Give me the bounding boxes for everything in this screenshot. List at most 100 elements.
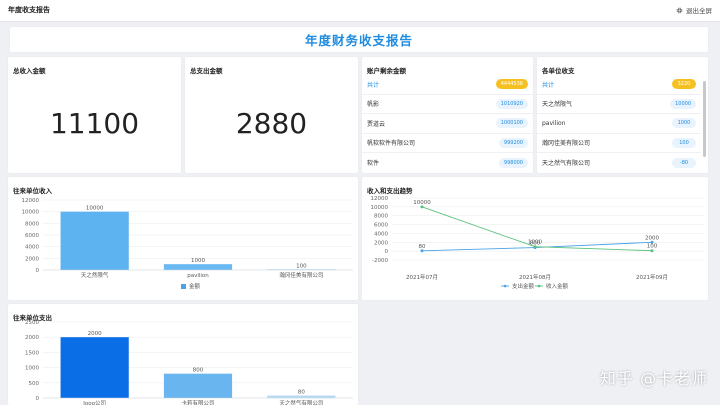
y-tick-label: 0	[36, 268, 40, 274]
page-title: 年度财务收支报告	[304, 33, 413, 48]
row-name: 瀚冈佳美有限公司	[542, 140, 591, 148]
y-tick-label: 4000	[374, 231, 388, 237]
exit-fullscreen-icon	[676, 7, 683, 13]
y-tick-label: 0	[36, 396, 40, 402]
value-badge: 3220	[672, 79, 696, 90]
data-label: 100	[647, 244, 658, 250]
legend-label: 收入金额	[546, 282, 569, 290]
trend-chart-card: 收入和支出趋势 12000 10000 8000 6000 4000 2000 0 -2000…	[362, 177, 708, 300]
y-tick-label: 1000	[25, 366, 39, 372]
y-tick-label: 2500	[25, 320, 39, 326]
balance-card: 账户剩余金额 共计 4444536 帆影 1010920 贾道云 1000100 帆软…	[362, 57, 533, 173]
table-row[interactable]: 共计 4444536	[362, 75, 533, 95]
income-bar-chart: 12000 10000 8000 6000 4000 2000 0 10000 天之然限气 100…	[22, 198, 353, 290]
kpi-income-label: 总收入金额	[13, 67, 46, 75]
table-row[interactable]: 帆软软件有限公司 999200	[362, 134, 533, 153]
expense-bar-chart: 2500 2000 1500 1000 500 0 2000 Jooo公司 800 卡莉有限公司 8…	[25, 320, 353, 405]
y-tick-label: 1500	[25, 350, 39, 356]
expense-chart-card: 往来单位支出 2500 2000 1500 1000 500 0 2000 Jooo公司 800…	[8, 304, 358, 405]
table-row[interactable]: 贾道云 1000100	[362, 114, 533, 134]
table-row[interactable]: 天之然限气 10000	[537, 95, 701, 114]
value-badge: 1000100	[495, 118, 528, 129]
exit-fullscreen-label: 退出全屏	[686, 7, 712, 15]
unit-income-card: 各单位收支 共计 3220 天之然限气 10000 pavilion 1000 瀚冈佳…	[537, 57, 708, 173]
value-badge: 1000	[672, 118, 696, 129]
unit-income-table: 共计 3220 天之然限气 10000 pavilion 1000 瀚冈佳美有限公司 1…	[537, 75, 701, 173]
bar	[60, 337, 129, 398]
y-tick-label: 500	[29, 381, 40, 387]
y-tick-label: 10000	[22, 210, 40, 216]
table-row[interactable]: 天之然气有限公司 -80	[537, 153, 701, 173]
legend-label: 金额	[189, 282, 201, 290]
scrollbar[interactable]	[703, 81, 706, 157]
report-title: 年度收支报告	[8, 6, 50, 14]
data-label: 2000	[88, 331, 102, 337]
y-tick-label: 2000	[25, 256, 39, 262]
y-tick-label: 8000	[25, 221, 39, 227]
y-tick-label: 8000	[374, 214, 388, 220]
bar	[267, 395, 336, 398]
y-tick-label: 10000	[371, 205, 389, 211]
kpi-expense-card: 总支出金额 2880	[185, 57, 358, 173]
value-badge: -80	[672, 157, 696, 168]
top-bar: 年度收支报告 退出全屏	[0, 0, 720, 22]
value-badge: 999200	[498, 137, 528, 148]
data-label: 100	[296, 263, 307, 269]
kpi-income-value: 11100	[49, 107, 140, 140]
page-title-card: 年度财务收支报告	[10, 27, 708, 52]
legend-marker	[537, 284, 541, 288]
legend-label: 支出金额	[512, 282, 535, 290]
row-name: 帆影	[367, 101, 380, 109]
data-label: 1000	[191, 258, 205, 264]
y-tick-label: 12000	[22, 198, 40, 204]
data-label: 80	[419, 244, 426, 250]
table-row[interactable]: 共计 3220	[537, 75, 701, 95]
kpi-expense-label: 总支出金额	[190, 67, 223, 75]
row-name: 天之然限气	[542, 101, 573, 109]
table-row[interactable]: 软件 998000	[362, 153, 533, 173]
exit-fullscreen-button[interactable]: 退出全屏	[676, 5, 712, 15]
data-label: 10000	[86, 206, 104, 212]
value-badge: 4444536	[495, 79, 528, 90]
y-tick-label: 2000	[25, 335, 39, 341]
x-tick-label: 2021年08月	[519, 273, 551, 281]
bar	[163, 373, 233, 398]
x-tick-label: 天之然气有限公司	[279, 399, 323, 405]
x-tick-label: 2021年07月	[406, 273, 438, 281]
row-name: 贾道云	[367, 120, 386, 128]
data-label: 80	[298, 390, 305, 396]
data-label: 2000	[645, 235, 659, 241]
row-name: 天之然气有限公司	[542, 160, 591, 168]
data-label: 800	[193, 368, 204, 374]
bar	[163, 264, 233, 270]
legend-marker	[503, 284, 507, 288]
table-row[interactable]: 帆影 1010920	[362, 95, 533, 114]
balance-label: 账户剩余金额	[367, 67, 406, 75]
y-tick-label: 2000	[374, 240, 388, 246]
row-name: pavilion	[542, 119, 566, 127]
value-badge: 100	[672, 137, 696, 148]
table-row[interactable]: pavilion 1000	[537, 114, 701, 134]
value-badge: 998000	[498, 157, 528, 168]
data-label: 1000	[528, 240, 542, 246]
income-chart-card: 往来单位收入 12000 10000 8000 6000 4000 2000 0 10000 天…	[8, 177, 358, 300]
row-name: 共计	[542, 81, 555, 89]
balance-table: 共计 4444536 帆影 1010920 贾道云 1000100 帆软软件有限公司 9…	[362, 75, 533, 173]
kpi-expense-value: 2880	[235, 107, 308, 140]
value-badge: 10000	[670, 98, 696, 109]
kpi-income-card: 总收入金额 11100	[8, 57, 181, 173]
x-tick-label: 瀚冈佳美有限公司	[279, 271, 323, 279]
x-tick-label: 2021年09月	[636, 273, 668, 281]
y-tick-label: 6000	[25, 233, 39, 239]
y-tick-label: 0	[385, 249, 389, 255]
x-tick-label: Jooo公司	[82, 400, 106, 405]
row-name: 共计	[367, 81, 380, 89]
watermark: 知乎 @卡老师	[599, 369, 708, 388]
x-tick-label: 卡莉有限公司	[181, 399, 214, 405]
y-tick-label: 6000	[374, 223, 388, 229]
bar	[60, 211, 129, 270]
x-tick-label: 天之然限气	[81, 271, 109, 279]
y-tick-label: 4000	[25, 245, 39, 251]
row-name: 软件	[367, 160, 380, 168]
table-row[interactable]: 瀚冈佳美有限公司 100	[537, 134, 701, 153]
